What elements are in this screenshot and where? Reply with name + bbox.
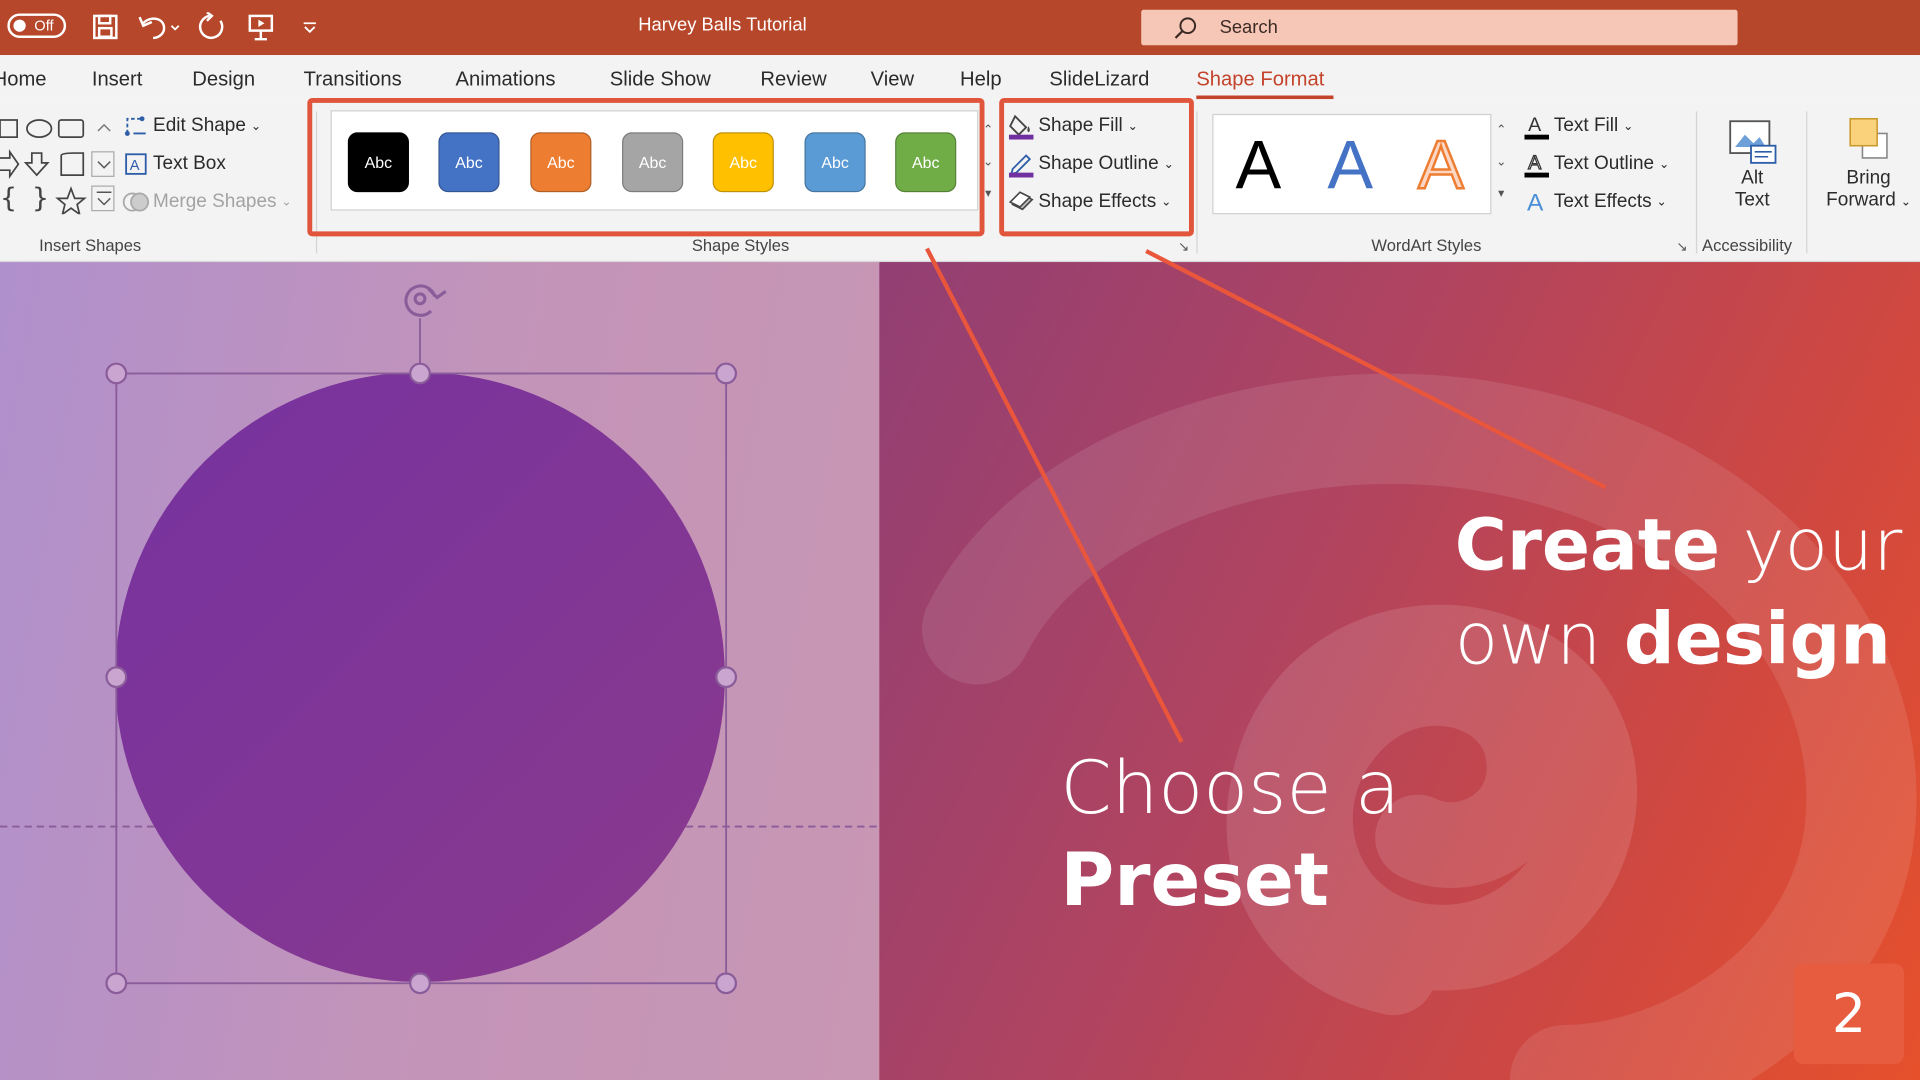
shapes-gallery[interactable]: { }: [0, 114, 118, 217]
alt-text-button[interactable]: Alt Text: [1718, 116, 1787, 226]
text-box-icon: A: [122, 152, 149, 176]
caption-own-design: own design: [1455, 598, 1891, 681]
autosave-label: Off: [34, 17, 54, 35]
title-bar: Off Harvey Balls Tutorial Search: [0, 0, 1920, 56]
scroll-down-icon[interactable]: ⌄: [1491, 146, 1511, 178]
text-effects-label: Text Effects: [1553, 191, 1652, 212]
tab-insert[interactable]: Insert: [92, 69, 143, 92]
caption-own: own: [1454, 597, 1602, 681]
tab-slidelizard[interactable]: SlideLizard: [1049, 69, 1149, 92]
chevron-down-icon: ⌄: [281, 195, 292, 209]
text-box-button[interactable]: A Text Box: [122, 152, 226, 176]
wordart-preset-orange[interactable]: A: [1417, 125, 1465, 205]
text-effects-icon: A: [1523, 190, 1550, 216]
svg-text:A: A: [1528, 152, 1542, 174]
caption-preset: Preset: [1060, 837, 1330, 924]
slide-canvas[interactable]: [0, 262, 880, 1080]
save-icon[interactable]: [89, 10, 121, 44]
selected-circle-shape[interactable]: [115, 372, 725, 983]
tab-home[interactable]: Home: [0, 69, 47, 92]
wordart-gallery[interactable]: A A A: [1212, 113, 1492, 215]
group-label-insert-shapes: Insert Shapes: [39, 236, 142, 255]
caption-choose-a: Choose a: [1060, 745, 1401, 832]
dialog-launcher-icon[interactable]: ↘: [1178, 239, 1189, 255]
svg-text:A: A: [130, 158, 140, 174]
wordart-preset-blue[interactable]: A: [1327, 125, 1373, 205]
wordart-scroll[interactable]: ⌃ ⌄ ▾: [1491, 114, 1511, 210]
bring-forward-line1: Bring: [1846, 167, 1891, 189]
redo-icon[interactable]: [196, 10, 228, 44]
alt-text-line1: Alt: [1741, 167, 1764, 189]
merge-shapes-icon: [122, 190, 150, 214]
text-outline-label: Text Outline: [1553, 153, 1655, 174]
group-separator: [1695, 111, 1698, 254]
rotate-handle-icon[interactable]: [404, 284, 447, 317]
ribbon-tabs: Home Insert Design Transitions Animation…: [0, 55, 1920, 100]
svg-text:A: A: [1527, 190, 1544, 216]
merge-shapes-label: Merge Shapes: [153, 191, 277, 212]
group-separator: [1806, 111, 1808, 254]
search-box[interactable]: Search: [1141, 9, 1738, 47]
caption-design: design: [1623, 597, 1891, 681]
svg-text:{: {: [0, 183, 17, 214]
tutorial-slide: Choose a Preset Create your own design: [879, 262, 1920, 1080]
tab-animations[interactable]: Animations: [456, 69, 556, 92]
tab-shape-format[interactable]: Shape Format: [1196, 69, 1324, 92]
toggle-knob: [13, 19, 26, 32]
tab-transitions[interactable]: Transitions: [304, 69, 402, 92]
group-label-wordart-styles: WordArt Styles: [1371, 236, 1482, 255]
document-title: Harvey Balls Tutorial: [638, 14, 807, 36]
dialog-launcher-icon[interactable]: ↘: [1676, 239, 1687, 255]
bring-forward-button[interactable]: Bring Forward ⌄: [1820, 116, 1918, 226]
text-outline-icon: A: [1523, 151, 1550, 178]
merge-shapes-button[interactable]: Merge Shapes ⌄: [122, 190, 292, 214]
chevron-down-icon: ⌄: [250, 119, 262, 133]
tab-review[interactable]: Review: [760, 69, 826, 92]
chevron-down-icon: ⌄: [1623, 119, 1634, 133]
text-outline-button[interactable]: A Text Outline ⌄: [1523, 151, 1670, 178]
alt-text-line2: Text: [1734, 189, 1770, 211]
slide-number-badge: 2: [1793, 963, 1905, 1065]
more-icon[interactable]: ▾: [1491, 178, 1511, 210]
group-label-shape-styles: Shape Styles: [691, 236, 790, 255]
customize-qat-icon[interactable]: [294, 10, 326, 44]
bring-forward-icon: [1820, 116, 1918, 167]
svg-text:A: A: [1528, 114, 1542, 136]
tab-help[interactable]: Help: [960, 69, 1002, 92]
bring-forward-line2-wrap: Forward ⌄: [1820, 190, 1918, 212]
group-separator: [1196, 111, 1198, 254]
chevron-down-icon: ⌄: [1900, 195, 1911, 210]
shape-styles-highlight: [307, 97, 985, 237]
text-box-label: Text Box: [153, 153, 226, 174]
shape-format-highlight: [999, 97, 1194, 237]
wordart-preset-black[interactable]: A: [1236, 125, 1282, 205]
caption-create: Create: [1454, 503, 1721, 587]
tab-design[interactable]: Design: [192, 69, 255, 92]
text-fill-label: Text Fill: [1553, 115, 1619, 136]
edit-shape-label: Edit Shape: [153, 115, 246, 136]
caption-your: your: [1742, 503, 1903, 587]
svg-text:}: }: [32, 183, 49, 214]
chevron-down-icon: ⌄: [1659, 157, 1670, 171]
tab-slide-show[interactable]: Slide Show: [610, 69, 711, 92]
tab-view[interactable]: View: [871, 69, 914, 92]
chevron-down-icon: ⌄: [1656, 195, 1667, 209]
search-icon: [1173, 16, 1197, 47]
caption-create-your: Create your: [1455, 503, 1903, 586]
search-placeholder: Search: [1219, 17, 1278, 38]
edit-shape-icon: [122, 114, 149, 138]
bring-forward-line2: Forward: [1826, 189, 1896, 211]
autosave-toggle[interactable]: Off: [7, 13, 67, 38]
alt-text-icon: [1718, 116, 1787, 167]
text-fill-icon: A: [1523, 114, 1550, 140]
scroll-up-icon[interactable]: ⌃: [1491, 114, 1511, 146]
text-effects-button[interactable]: A Text Effects ⌄: [1523, 190, 1667, 216]
edit-shape-button[interactable]: Edit Shape ⌄: [122, 114, 261, 138]
present-icon[interactable]: [245, 10, 277, 44]
undo-icon[interactable]: [135, 10, 184, 44]
group-label-accessibility: Accessibility: [1702, 236, 1793, 255]
text-fill-button[interactable]: A Text Fill ⌄: [1523, 114, 1634, 140]
